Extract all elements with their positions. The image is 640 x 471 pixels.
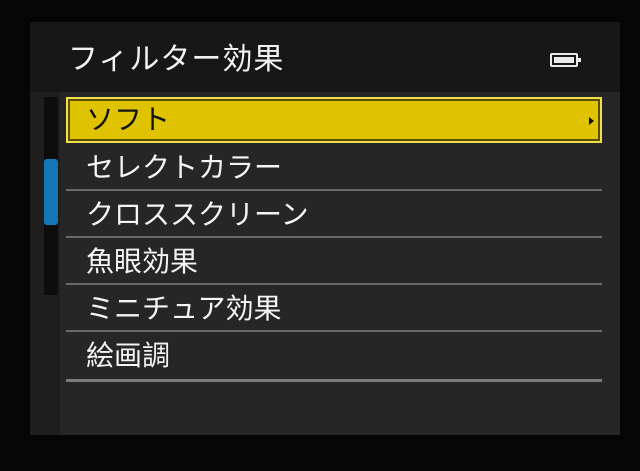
menu-item-label: 魚眼効果 [86, 245, 199, 278]
menu-item-fisheye[interactable]: 魚眼効果 [66, 239, 602, 285]
menu-bottom-divider [66, 379, 602, 382]
camera-menu-screen: フィルター効果 ソフト セレクトカラー クロススクリーン 魚眼効果 ミニチュア効… [30, 22, 620, 435]
menu-item-label: セレクトカラー [86, 151, 283, 184]
scrollbar-thumb[interactable] [44, 159, 58, 225]
menu-item-label: 絵画調 [86, 339, 171, 372]
menu-item-miniature[interactable]: ミニチュア効果 [66, 286, 602, 332]
page-title: フィルター効果 [68, 42, 285, 77]
menu-item-label: ミニチュア効果 [86, 292, 282, 325]
battery-full-icon [550, 53, 581, 67]
menu-item-label: クロススクリーン [86, 198, 309, 231]
submenu-arrow-icon [589, 117, 594, 125]
title-bar: フィルター効果 [30, 22, 620, 92]
menu-item-cross-screen[interactable]: クロススクリーン [66, 192, 602, 238]
menu-item-select-color[interactable]: セレクトカラー [66, 145, 602, 191]
menu-item-label: ソフト [86, 103, 171, 136]
menu-item-painting[interactable]: 絵画調 [66, 333, 602, 379]
menu-item-soft[interactable]: ソフト [66, 97, 602, 143]
